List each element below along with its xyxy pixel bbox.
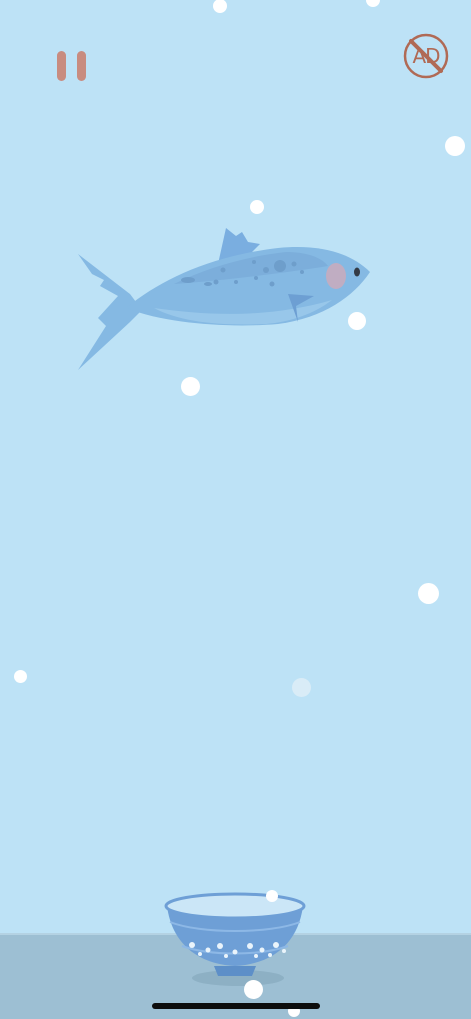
pause-bar-left: [57, 51, 66, 81]
fish-sprite: [78, 228, 370, 370]
rice-grain: [244, 980, 263, 999]
rice-grain: [14, 670, 27, 683]
rice-grain: [348, 312, 366, 330]
remove-ads-button[interactable]: AD: [402, 32, 450, 80]
pause-bar-right: [77, 51, 86, 81]
rice-grain: [292, 678, 311, 697]
rice-grain: [181, 377, 200, 396]
rice-grain: [366, 0, 380, 7]
home-indicator[interactable]: [152, 1003, 320, 1009]
game-stage[interactable]: AD: [0, 0, 471, 1019]
rice-grain: [213, 0, 227, 13]
rice-bowl: [164, 892, 306, 986]
rice-grain: [266, 890, 278, 902]
rice-grain: [445, 136, 465, 156]
pause-button[interactable]: [52, 48, 94, 86]
rice-grain: [250, 200, 264, 214]
no-ads-icon: [403, 33, 449, 79]
rice-grain: [418, 583, 439, 604]
